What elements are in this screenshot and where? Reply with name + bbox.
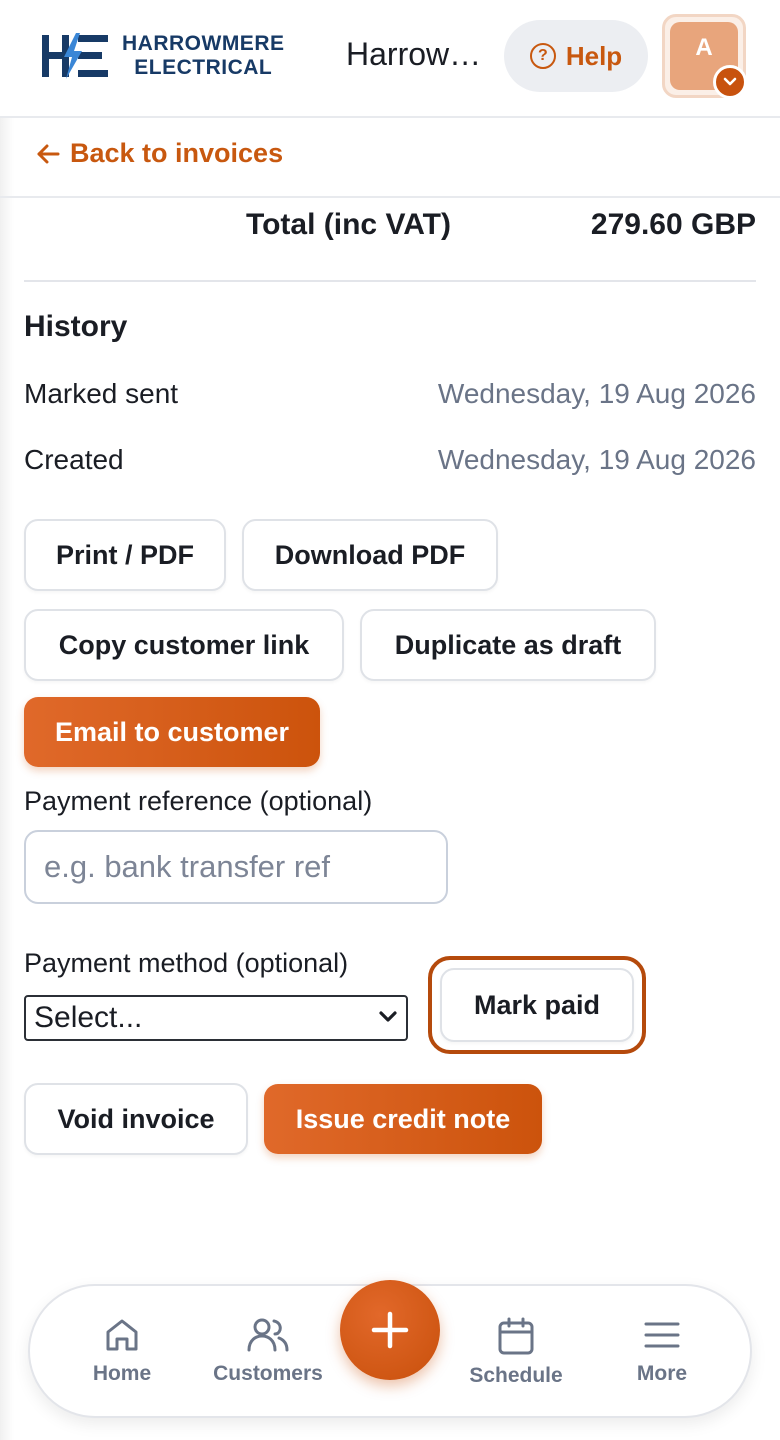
history-heading: History [24, 310, 128, 343]
payment-method-value: Select... [34, 1001, 143, 1034]
back-to-invoices-link[interactable]: Back to invoices [36, 138, 283, 169]
users-icon [247, 1318, 289, 1352]
download-pdf-button[interactable]: Download PDF [242, 519, 498, 591]
brand-logo[interactable]: HARROWMERE ELECTRICAL [40, 32, 285, 80]
payment-method-label: Payment method (optional) [24, 948, 349, 978]
page-edge-shadow [0, 0, 14, 1440]
brand-line-2: ELECTRICAL [134, 56, 273, 79]
home-icon [106, 1319, 138, 1351]
back-bar: Back to invoices [0, 118, 780, 198]
nav-schedule[interactable]: Schedule [446, 1286, 586, 1420]
total-value: 279.60 GBP [590, 208, 756, 241]
chevron-down-icon [379, 1011, 397, 1022]
app-header: HARROWMERE ELECTRICAL Harrowmere Electri… [0, 0, 780, 118]
nav-more[interactable]: More [592, 1286, 732, 1420]
history-item: Marked sent Wednesday, 19 Aug 2026 [24, 378, 756, 418]
nav-more-label: More [636, 1362, 688, 1385]
duplicate-as-draft-button[interactable]: Duplicate as draft [360, 609, 656, 681]
payment-reference-input[interactable] [24, 830, 448, 904]
nav-home-label: Home [92, 1362, 152, 1385]
invoice-total-row: Total (inc VAT) 279.60 GBP [24, 200, 756, 282]
nav-home[interactable]: Home [52, 1286, 192, 1420]
payment-reference-label: Payment reference (optional) [24, 786, 373, 816]
menu-icon [644, 1322, 680, 1348]
add-new-button[interactable] [340, 1280, 440, 1380]
arrow-left-icon [37, 144, 60, 163]
history-item: Created Wednesday, 19 Aug 2026 [24, 444, 756, 484]
brand-name: HARROWMERE ELECTRICAL [122, 32, 285, 80]
issue-credit-note-button[interactable]: Issue credit note [264, 1084, 542, 1154]
calendar-icon [498, 1317, 534, 1355]
plus-icon [371, 1311, 409, 1349]
history-item-label: Marked sent [24, 378, 179, 409]
nav-schedule-label: Schedule [469, 1364, 563, 1387]
copy-customer-link-button[interactable]: Copy customer link [24, 609, 344, 681]
history-item-date: Wednesday, 19 Aug 2026 [437, 444, 756, 475]
help-button[interactable]: ? Help [504, 20, 648, 92]
history-item-label: Created [24, 444, 124, 475]
business-name: Harrowmere Electrical [346, 36, 486, 72]
total-label: Total (inc VAT) [246, 208, 451, 241]
payment-method-select[interactable]: Select... [24, 995, 408, 1041]
nav-customers[interactable]: Customers [198, 1286, 338, 1420]
account-menu[interactable]: A [662, 14, 747, 99]
void-invoice-button[interactable]: Void invoice [24, 1083, 248, 1155]
mark-paid-button[interactable]: Mark paid [440, 968, 634, 1042]
brand-line-1: HARROWMERE [122, 32, 285, 55]
back-label: Back to invoices [70, 138, 284, 168]
email-to-customer-button[interactable]: Email to customer [24, 697, 320, 767]
nav-customers-label: Customers [213, 1362, 323, 1385]
help-label: Help [565, 40, 623, 71]
logo-mark-icon [42, 33, 108, 79]
help-circle-icon: ? [529, 43, 556, 69]
print-pdf-button[interactable]: Print / PDF [24, 519, 226, 591]
chevron-down-icon [713, 65, 747, 99]
history-item-date: Wednesday, 19 Aug 2026 [437, 378, 756, 409]
